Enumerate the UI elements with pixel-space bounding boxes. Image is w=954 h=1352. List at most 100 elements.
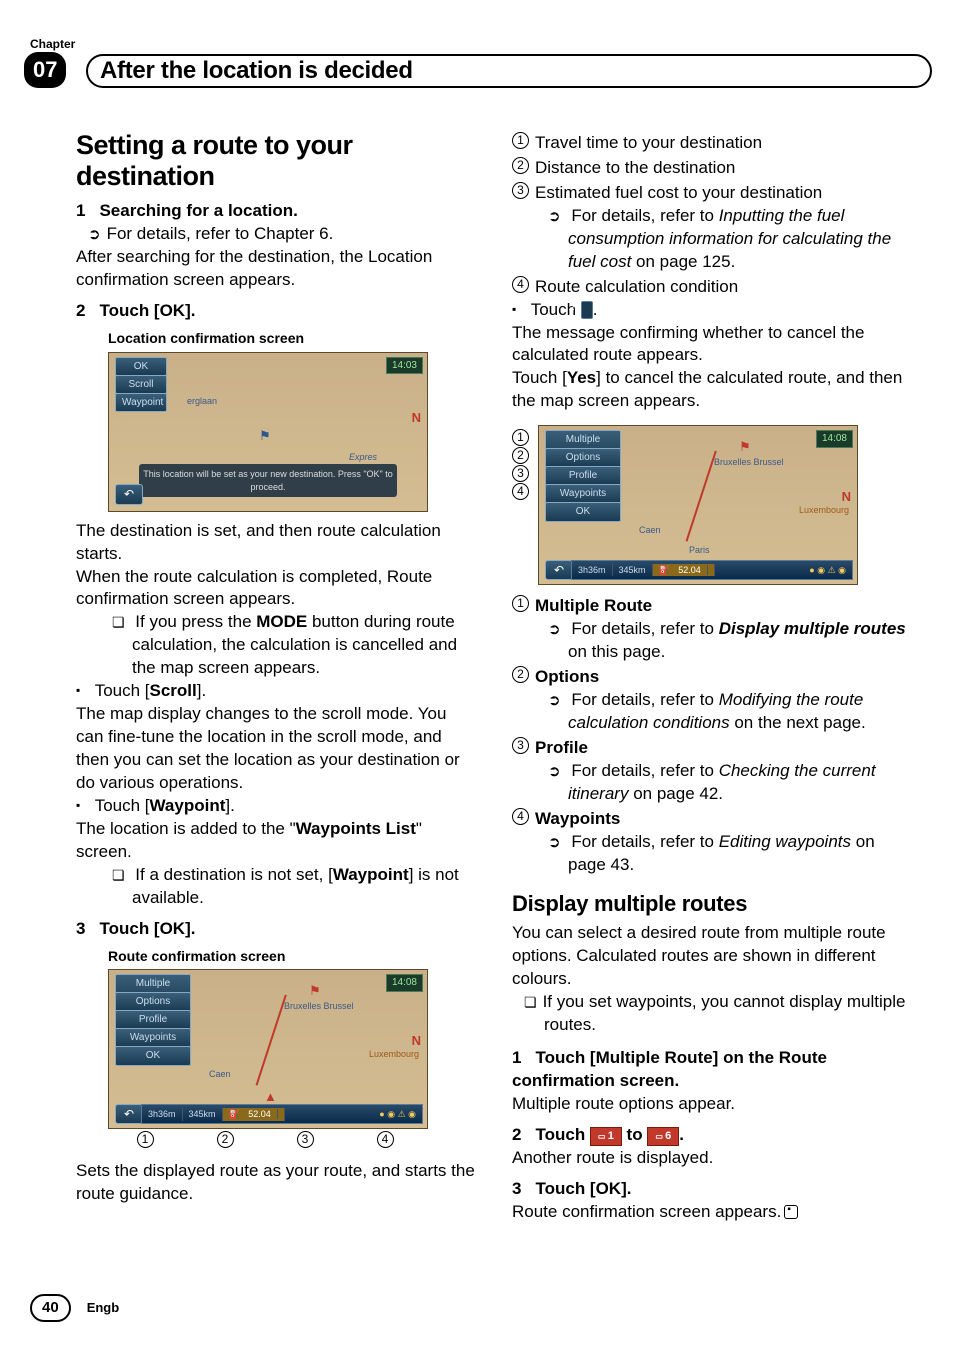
- callout-1: 1: [137, 1131, 154, 1148]
- ss-waypoints-button: Waypoints: [115, 1028, 191, 1048]
- side-4: 4: [512, 483, 529, 500]
- map-city: Caen: [639, 524, 661, 536]
- map-city: Luxembourg: [799, 504, 849, 516]
- p-scroll-mode: The map display changes to the scroll mo…: [76, 703, 478, 795]
- ref-waypoints: For details, refer to Editing waypoints …: [512, 831, 914, 877]
- ss-ok-button: OK: [115, 1046, 191, 1066]
- item-1: 1Travel time to your destination: [512, 132, 914, 155]
- chapter-title: After the location is decided: [100, 55, 413, 87]
- p-waypoints-list: The location is added to the "Waypoints …: [76, 818, 478, 864]
- ss-scroll-button: Scroll: [115, 375, 167, 395]
- flag-icon: ⚑: [259, 427, 271, 445]
- ref-chapter6: For details, refer to Chapter 6.: [76, 223, 478, 246]
- dmr-step-1: 1Touch [Multiple Route] on the Route con…: [512, 1047, 914, 1093]
- ss-time: 14:08: [386, 974, 423, 992]
- subsection-heading: Display multiple routes: [512, 889, 914, 919]
- info-cost: ⛽ 52.04: [223, 1108, 285, 1120]
- flag-icon: ⚑: [739, 438, 751, 456]
- compass-icon: N: [412, 1032, 421, 1050]
- dmr-step-1-p: Multiple route options appear.: [512, 1093, 914, 1116]
- right-column: 1Travel time to your destination 2Distan…: [512, 130, 914, 1282]
- info-distance: 345km: [183, 1108, 223, 1120]
- ss-time: 14:03: [386, 357, 423, 375]
- left-column: Setting a route to your destination 1Sea…: [76, 130, 478, 1282]
- back-icon: ↶: [545, 560, 573, 580]
- page-number: 40: [30, 1294, 71, 1322]
- menu-3: 3Profile: [512, 737, 914, 760]
- side-2: 2: [512, 447, 529, 464]
- menu-4: 4Waypoints: [512, 808, 914, 831]
- side-callouts: 1 2 3 4: [512, 429, 535, 500]
- bullet-touch-scroll: Touch [Scroll].: [76, 680, 478, 703]
- ss-waypoint-button: Waypoint: [115, 393, 167, 413]
- ss-info-bar: 3h36m 345km ⛽ 52.04 ● ◉ ⚠ ◉: [571, 560, 853, 580]
- item-4: 4Route calculation condition: [512, 276, 914, 299]
- route-line: [686, 451, 763, 557]
- ref-profile: For details, refer to Checking the curre…: [512, 760, 914, 806]
- dmr-note: If you set waypoints, you cannot display…: [512, 991, 914, 1037]
- footer: 40 Engb: [30, 1294, 119, 1322]
- back-icon: ↶: [581, 301, 593, 319]
- note-mode: If you press the MODE button during rout…: [76, 611, 478, 680]
- ss-ok-button: OK: [115, 357, 167, 377]
- note-waypoint-na: If a destination is not set, [Waypoint] …: [76, 864, 478, 910]
- ss-profile-button: Profile: [545, 466, 621, 486]
- p-route-done: When the route calculation is completed,…: [76, 566, 478, 612]
- caption-location-confirm: Location confirmation screen: [108, 329, 478, 348]
- ref-options: For details, refer to Modifying the rout…: [512, 689, 914, 735]
- side-3: 3: [512, 465, 529, 482]
- info-time: 3h36m: [572, 564, 613, 576]
- p-touch-yes: Touch [Yes] to cancel the calculated rou…: [512, 367, 914, 413]
- bullet-touch-back: Touch ↶.: [512, 299, 914, 322]
- info-cost: ⛽ 52.04: [653, 564, 715, 576]
- map-city: Luxembourg: [369, 1048, 419, 1060]
- chapter-title-bar: After the location is decided: [86, 54, 932, 88]
- language-code: Engb: [87, 1299, 120, 1317]
- back-icon: ↶: [115, 1104, 143, 1124]
- ss-info-bar: 3h36m 345km ⛽ 52.04 ● ◉ ⚠ ◉: [141, 1104, 423, 1124]
- dmr-step-2: 2Touch ▭ 1 to ▭ 6.: [512, 1124, 914, 1147]
- item-2: 2Distance to the destination: [512, 157, 914, 180]
- dmr-p: You can select a desired route from mult…: [512, 922, 914, 991]
- end-mark-icon: [784, 1205, 798, 1219]
- step-3: 3Touch [OK].: [76, 918, 478, 941]
- ss-time: 14:08: [816, 430, 853, 448]
- side-1: 1: [512, 429, 529, 446]
- dmr-step-2-p: Another route is displayed.: [512, 1147, 914, 1170]
- ss-options-button: Options: [115, 992, 191, 1012]
- chapter-label: Chapter: [30, 36, 75, 52]
- ss-waypoints-button: Waypoints: [545, 484, 621, 504]
- ss-profile-button: Profile: [115, 1010, 191, 1030]
- callout-numbers: 1 2 3 4: [108, 1131, 428, 1148]
- route-1-icon: ▭ 1: [590, 1127, 622, 1146]
- step-1: 1Searching for a location.: [76, 200, 478, 223]
- back-icon: ↶: [115, 484, 143, 504]
- callout-4: 4: [377, 1131, 394, 1148]
- callout-2: 2: [217, 1131, 234, 1148]
- map-label: erglaan: [187, 395, 217, 407]
- p-dest-set: The destination is set, and then route c…: [76, 520, 478, 566]
- step-2: 2Touch [OK].: [76, 300, 478, 323]
- map-city: Caen: [209, 1068, 231, 1080]
- ss-ok-button: OK: [545, 502, 621, 522]
- info-time: 3h36m: [142, 1108, 183, 1120]
- caption-route-confirm: Route confirmation screen: [108, 947, 478, 966]
- flag-icon: ⚑: [309, 982, 321, 1000]
- info-distance: 345km: [613, 564, 653, 576]
- callout-3: 3: [297, 1131, 314, 1148]
- screenshot-route-confirm-2: Multiple Route Options Profile Waypoints…: [538, 425, 858, 585]
- info-icons: ● ◉ ⚠ ◉: [285, 1108, 422, 1120]
- info-icons: ● ◉ ⚠ ◉: [715, 564, 852, 576]
- ref-multiple: For details, refer to Display multiple r…: [512, 618, 914, 664]
- ref-fuel: For details, refer to Inputting the fuel…: [512, 205, 914, 274]
- menu-1: 1Multiple Route: [512, 595, 914, 618]
- route-line: [256, 995, 333, 1101]
- screenshot-route-confirm: Multiple Route Options Profile Waypoints…: [108, 969, 428, 1129]
- screenshot-location-confirm: OK Scroll Waypoint 14:03 N erglaan Expre…: [108, 352, 428, 512]
- dmr-step-3-p: Route confirmation screen appears.: [512, 1201, 914, 1224]
- route-6-icon: ▭ 6: [647, 1127, 679, 1146]
- dmr-step-3: 3Touch [OK].: [512, 1178, 914, 1201]
- ss-message: This location will be set as your new de…: [139, 464, 397, 496]
- p-cancel-msg: The message confirming whether to cancel…: [512, 322, 914, 368]
- item-3: 3Estimated fuel cost to your destination: [512, 182, 914, 205]
